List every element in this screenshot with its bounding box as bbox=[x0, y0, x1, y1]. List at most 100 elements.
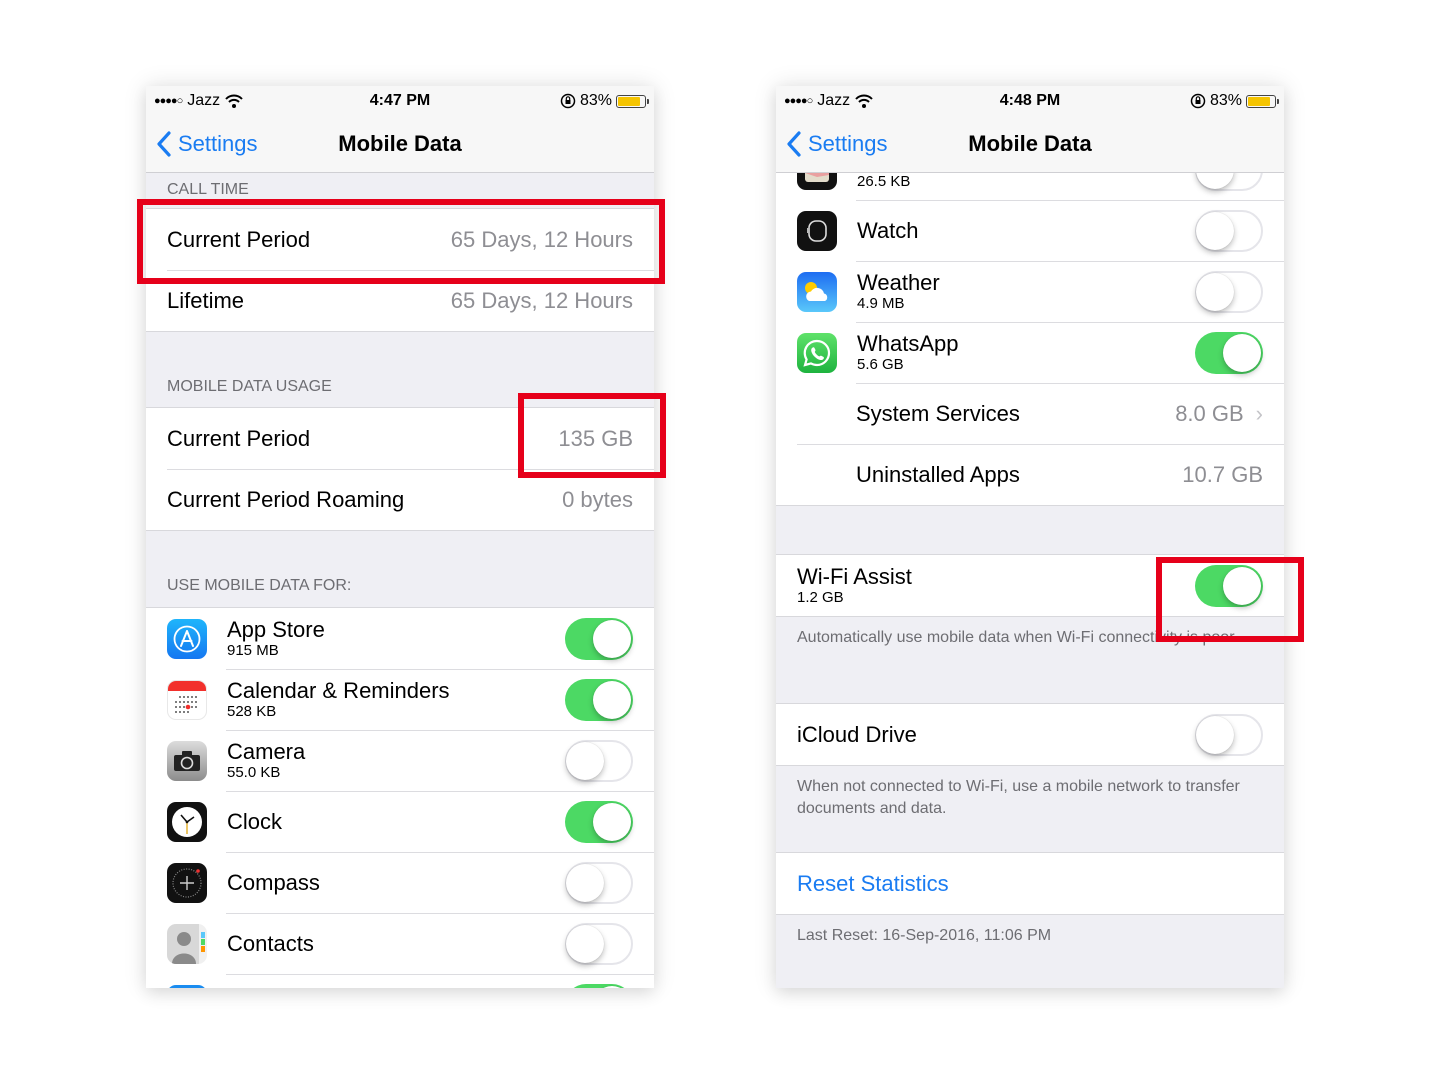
calendar-icon bbox=[167, 679, 207, 720]
clock-data-toggle[interactable] bbox=[565, 800, 633, 843]
app-data-size: 26.5 KB bbox=[857, 172, 911, 190]
app-data-size: 528 KB bbox=[227, 702, 277, 720]
icloud-drive-toggle[interactable] bbox=[1195, 713, 1263, 756]
watch-icon bbox=[797, 210, 837, 251]
navigation-bar: Settings Mobile Data bbox=[146, 116, 654, 173]
clock-icon bbox=[167, 801, 207, 842]
section-header-mobile-data-usage: MOBILE DATA USAGE bbox=[167, 378, 332, 395]
row-value: 65 Days, 12 Hours bbox=[450, 287, 633, 313]
back-label: Settings bbox=[178, 131, 258, 156]
wifi-assist-toggle[interactable] bbox=[1195, 564, 1263, 607]
status-time: 4:48 PM bbox=[999, 92, 1061, 109]
app-list-group: App Store 915 MB Calendar & Reminders 52… bbox=[146, 607, 654, 988]
call-time-group: Current Period 65 Days, 12 Hours Lifetim… bbox=[146, 208, 654, 332]
wifi-assist-group: Wi-Fi Assist 1.2 GB bbox=[776, 554, 1284, 617]
call-time-lifetime-row: Lifetime 65 Days, 12 Hours bbox=[146, 270, 654, 331]
settings-list: Wallet 26.5 KB Watch bbox=[776, 139, 1284, 988]
app-name: Compass bbox=[227, 869, 320, 895]
calendar-data-toggle[interactable] bbox=[565, 678, 633, 721]
wifi-icon bbox=[855, 94, 873, 108]
row-value: 65 Days, 12 Hours bbox=[450, 226, 633, 252]
right-phone-screen: ●●●●○ Jazz 4:48 PM 83% Settings Mobile D… bbox=[776, 86, 1284, 988]
whatsapp-icon bbox=[797, 332, 837, 373]
app-row: Weather 4.9 MB bbox=[776, 261, 1284, 322]
app-row: Camera 55.0 KB bbox=[146, 730, 654, 791]
app-row: WhatsApp 5.6 GB bbox=[776, 322, 1284, 383]
app-name: App Store bbox=[227, 616, 325, 642]
watch-data-toggle[interactable] bbox=[1195, 209, 1263, 252]
row-value: 8.0 GB bbox=[1175, 400, 1244, 426]
reset-statistics-button[interactable]: Reset Statistics bbox=[776, 853, 1284, 914]
status-time: 4:47 PM bbox=[369, 92, 431, 109]
wifi-assist-label: Wi-Fi Assist bbox=[797, 563, 912, 589]
wifi-assist-row: Wi-Fi Assist 1.2 GB bbox=[776, 555, 1284, 616]
facebook-icon bbox=[167, 984, 207, 988]
call-time-current-period-row: Current Period 65 Days, 12 Hours bbox=[146, 209, 654, 270]
app-data-size: 915 MB bbox=[227, 641, 279, 659]
section-header-use-mobile-data-for: USE MOBILE DATA FOR: bbox=[167, 577, 352, 594]
contacts-data-toggle[interactable] bbox=[565, 922, 633, 965]
icloud-drive-row: iCloud Drive bbox=[776, 704, 1284, 765]
chevron-left-icon bbox=[787, 131, 801, 157]
battery-percent: 83% bbox=[1209, 92, 1242, 109]
back-button[interactable]: Settings bbox=[786, 131, 888, 157]
app-row: Watch bbox=[776, 200, 1284, 261]
carrier-name: Jazz bbox=[187, 92, 221, 109]
left-phone-screen: ●●●●○ Jazz 4:47 PM 83% Settings Mobile D… bbox=[146, 86, 654, 988]
app-row: Facebook bbox=[146, 974, 654, 988]
compass-data-toggle[interactable] bbox=[565, 861, 633, 904]
row-label: System Services bbox=[856, 400, 1020, 426]
row-label: Current Period bbox=[167, 425, 311, 451]
usage-roaming-row: Current Period Roaming 0 bytes bbox=[146, 469, 654, 530]
signal-strength-icon: ●●●●○ bbox=[784, 95, 813, 107]
battery-icon bbox=[1246, 94, 1279, 108]
compass-icon bbox=[167, 862, 207, 903]
app-row: Calendar & Reminders 528 KB bbox=[146, 669, 654, 730]
weather-data-toggle[interactable] bbox=[1195, 270, 1263, 313]
uninstalled-apps-row: Uninstalled Apps 10.7 GB bbox=[776, 444, 1284, 505]
app-name: Clock bbox=[227, 808, 283, 834]
back-label: Settings bbox=[808, 131, 888, 156]
camera-data-toggle[interactable] bbox=[565, 739, 633, 782]
rotation-lock-icon bbox=[1190, 93, 1206, 109]
app-store-data-toggle[interactable] bbox=[565, 617, 633, 660]
row-label: Lifetime bbox=[167, 287, 245, 313]
app-name: Contacts bbox=[227, 930, 314, 956]
system-services-row[interactable]: System Services 8.0 GB › bbox=[776, 383, 1284, 444]
battery-icon bbox=[616, 94, 649, 108]
mobile-data-usage-group: Current Period 135 GB Current Period Roa… bbox=[146, 407, 654, 531]
facebook-data-toggle[interactable] bbox=[565, 983, 633, 988]
chevron-left-icon bbox=[157, 131, 171, 157]
rotation-lock-icon bbox=[560, 93, 576, 109]
app-row: Clock bbox=[146, 791, 654, 852]
app-data-size: 5.6 GB bbox=[857, 355, 904, 373]
reset-group: Reset Statistics bbox=[776, 852, 1284, 915]
row-value: 10.7 GB bbox=[1182, 461, 1263, 487]
chevron-right-icon: › bbox=[1255, 400, 1263, 426]
wifi-assist-data-size: 1.2 GB bbox=[797, 588, 844, 606]
wifi-assist-description: Automatically use mobile data when Wi-Fi… bbox=[797, 629, 1239, 646]
app-row: Contacts bbox=[146, 913, 654, 974]
app-list-group: Wallet 26.5 KB Watch bbox=[776, 139, 1284, 506]
app-row: App Store 915 MB bbox=[146, 608, 654, 669]
row-value: 0 bytes bbox=[562, 486, 633, 512]
app-name: Calendar & Reminders bbox=[227, 677, 450, 703]
back-button[interactable]: Settings bbox=[156, 131, 258, 157]
battery-level bbox=[1248, 96, 1270, 106]
row-label: Uninstalled Apps bbox=[856, 461, 1020, 487]
navigation-bar: Settings Mobile Data bbox=[776, 116, 1284, 173]
usage-current-period-row: Current Period 135 GB bbox=[146, 408, 654, 469]
row-value: 135 GB bbox=[558, 425, 633, 451]
signal-strength-icon: ●●●●○ bbox=[154, 95, 183, 107]
app-row: Compass bbox=[146, 852, 654, 913]
app-data-size: 55.0 KB bbox=[227, 763, 281, 781]
wifi-icon bbox=[225, 94, 243, 108]
app-name: Camera bbox=[227, 738, 306, 764]
weather-icon bbox=[797, 271, 837, 312]
last-reset-text: Last Reset: 16-Sep-2016, 11:06 PM bbox=[797, 927, 1052, 944]
battery-percent: 83% bbox=[579, 92, 612, 109]
app-name: WhatsApp bbox=[857, 330, 959, 356]
whatsapp-data-toggle[interactable] bbox=[1195, 331, 1263, 374]
battery-level bbox=[618, 96, 640, 106]
icloud-drive-description: When not connected to Wi-Fi, use a mobil… bbox=[797, 778, 1240, 817]
